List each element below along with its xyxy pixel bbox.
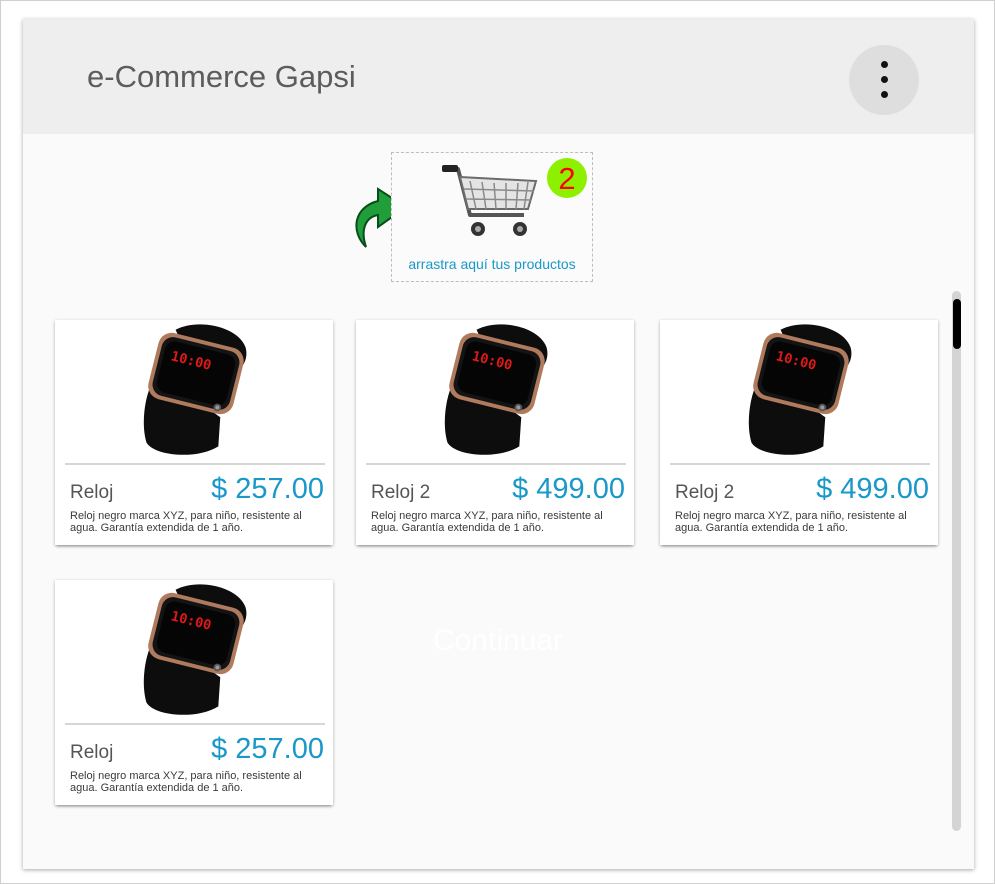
app-window: e-Commerce Gapsi 2 arrastra aquí tus pro… — [23, 19, 974, 869]
product-price: $ 499.00 — [512, 473, 625, 505]
product-description: Reloj negro marca XYZ, para niño, resist… — [70, 510, 302, 534]
watch-image — [740, 322, 860, 458]
scrollbar-thumb[interactable] — [953, 299, 961, 349]
continue-button[interactable]: Continuar — [413, 621, 583, 661]
card-divider — [65, 723, 325, 725]
app-header: e-Commerce Gapsi — [23, 19, 974, 134]
scrollbar-track[interactable] — [952, 291, 961, 831]
product-name: Reloj 2 — [675, 482, 735, 503]
card-divider — [670, 463, 930, 465]
product-price: $ 257.00 — [211, 733, 324, 765]
product-price: $ 499.00 — [816, 473, 929, 505]
product-description: Reloj negro marca XYZ, para niño, resist… — [675, 510, 907, 534]
product-name: Reloj — [70, 482, 114, 503]
watch-image — [135, 322, 255, 458]
cart-dropzone[interactable]: 2 arrastra aquí tus productos — [391, 152, 593, 282]
cart-count-badge: 2 — [547, 158, 587, 198]
page-frame: e-Commerce Gapsi 2 arrastra aquí tus pro… — [1, 1, 994, 883]
watch-image — [135, 582, 255, 718]
more-menu-button[interactable] — [849, 45, 919, 115]
watch-image — [436, 322, 556, 458]
product-card[interactable]: Reloj 2 $ 499.00 Reloj negro marca XYZ, … — [660, 320, 938, 545]
product-description: Reloj negro marca XYZ, para niño, resist… — [371, 510, 603, 534]
shopping-cart-icon — [442, 165, 538, 236]
product-name: Reloj — [70, 742, 114, 763]
card-divider — [366, 463, 626, 465]
product-description: Reloj negro marca XYZ, para niño, resist… — [70, 770, 302, 794]
product-card[interactable]: Reloj $ 257.00 Reloj negro marca XYZ, pa… — [55, 320, 333, 545]
app-title: e-Commerce Gapsi — [87, 59, 356, 94]
dropzone-label: arrastra aquí tus productos — [408, 256, 576, 272]
card-divider — [65, 463, 325, 465]
product-card[interactable]: Reloj $ 257.00 Reloj negro marca XYZ, pa… — [55, 580, 333, 805]
product-card[interactable]: Reloj 2 $ 499.00 Reloj negro marca XYZ, … — [356, 320, 634, 545]
product-price: $ 257.00 — [211, 473, 324, 505]
product-name: Reloj 2 — [371, 482, 431, 503]
